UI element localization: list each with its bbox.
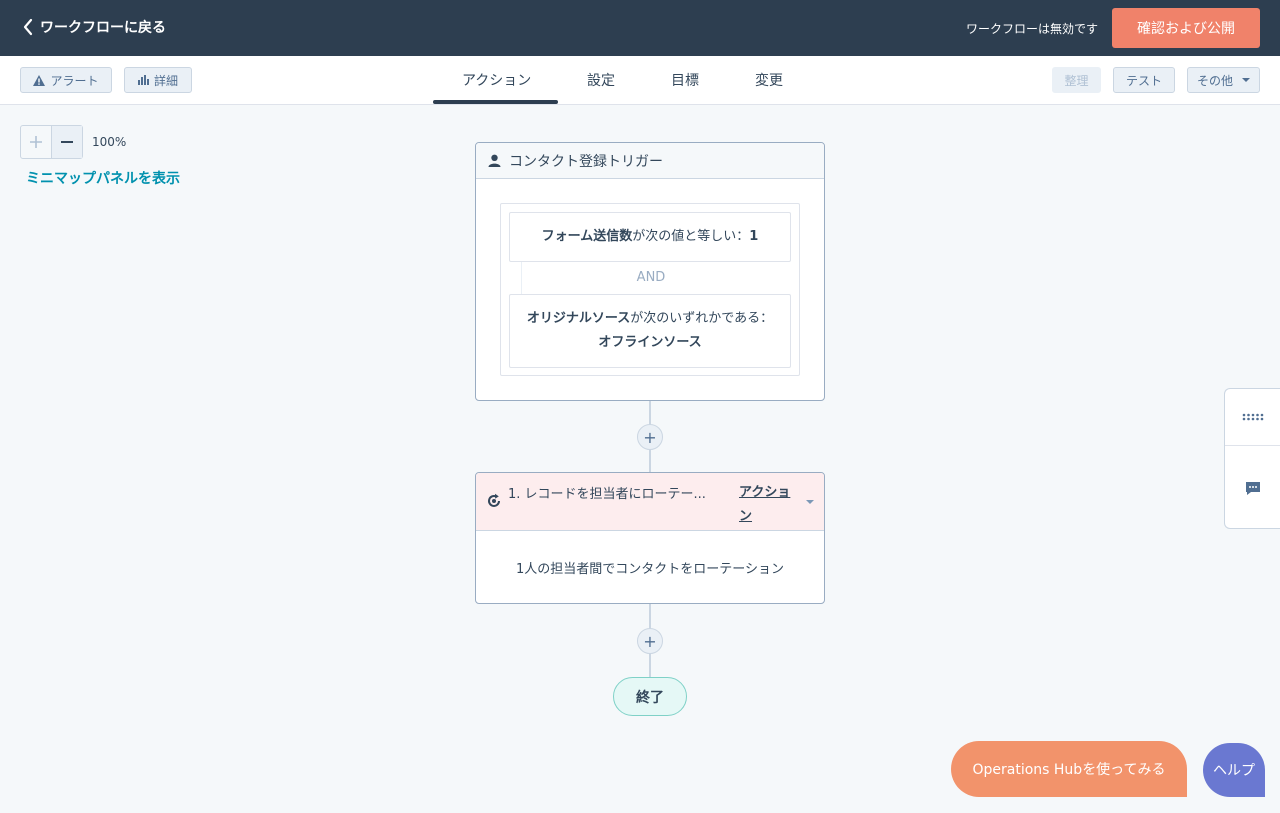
action-description: 1人の担当者間でコンタクトをローテーション: [515, 561, 784, 577]
minus-icon: [60, 141, 73, 143]
try-operations-hub-button[interactable]: Operations Hubを使ってみる: [951, 741, 1187, 797]
tab-goals[interactable]: 目標: [671, 70, 699, 90]
zoom-out-button[interactable]: [51, 126, 82, 158]
workflow-status: ワークフローは無効です: [965, 22, 1098, 36]
details-label: 詳細: [153, 73, 178, 88]
details-button[interactable]: 詳細: [124, 67, 192, 93]
filter-property: フォーム送信数: [541, 229, 633, 244]
add-action-button[interactable]: +: [637, 628, 663, 654]
bar-chart-icon: [137, 75, 149, 85]
action-menu-dropdown[interactable]: アクション: [739, 481, 801, 529]
rotate-owner-icon: [488, 493, 500, 507]
action-title: 1. レコードを担当者にローテー...: [508, 487, 706, 502]
review-and-publish-button[interactable]: 確認および公開: [1112, 8, 1260, 48]
more-label: その他: [1196, 73, 1233, 88]
filter-condition[interactable]: フォーム送信数が次の値と等しい：1: [509, 212, 791, 262]
warning-icon: [33, 74, 46, 86]
filter-group: フォーム送信数が次の値と等しい：1 AND オリジナルソースが次のいずれかである…: [500, 203, 800, 376]
alerts-button[interactable]: アラート: [20, 67, 112, 93]
more-dropdown[interactable]: その他: [1187, 67, 1260, 93]
grid-panel-button[interactable]: [1225, 389, 1280, 445]
show-minimap-link[interactable]: ミニマップパネルを表示: [26, 168, 180, 188]
alerts-label: アラート: [50, 73, 99, 88]
contact-icon: [488, 154, 501, 167]
active-tab-indicator: [433, 100, 558, 104]
help-button[interactable]: ヘルプ: [1203, 743, 1265, 797]
tab-settings[interactable]: 設定: [587, 70, 615, 90]
plus-icon: [29, 136, 42, 148]
tab-actions[interactable]: アクション: [462, 70, 531, 90]
end-node: 終了: [613, 677, 687, 716]
and-label: AND: [636, 270, 666, 285]
comments-button[interactable]: [1225, 446, 1280, 530]
filter-condition[interactable]: オリジナルソースが次のいずれかである： オフラインソース: [509, 294, 791, 368]
filter-property: オリジナルソース: [526, 311, 631, 326]
caret-down-icon[interactable]: [806, 500, 814, 504]
filter-value: 1: [749, 229, 759, 244]
filter-operator: が次のいずれかである：: [630, 311, 774, 326]
add-action-button[interactable]: +: [637, 424, 663, 450]
filter-operator: が次の値と等しい：: [632, 229, 750, 244]
sub-toolbar: アラート 詳細 アクション 設定 目標 変更 整理 テスト その他: [0, 56, 1280, 105]
zoom-in-button[interactable]: [21, 126, 52, 158]
comment-icon: [1246, 481, 1260, 495]
tab-changes[interactable]: 変更: [755, 70, 783, 90]
test-button[interactable]: テスト: [1113, 67, 1175, 93]
filter-value: オフラインソース: [598, 335, 702, 350]
rotate-record-action-card[interactable]: 1. レコードを担当者にローテー... アクション 1人の担当者間でコンタクトを…: [475, 472, 825, 604]
chevron-left-icon: [23, 18, 33, 36]
top-bar: ワークフローに戻る ワークフローは無効です 確認および公開: [0, 0, 1280, 56]
back-label: ワークフローに戻る: [40, 20, 166, 36]
action-header: 1. レコードを担当者にローテー... アクション: [476, 473, 824, 531]
back-to-workflows-link[interactable]: ワークフローに戻る: [22, 17, 166, 37]
zoom-level: 100%: [92, 135, 127, 149]
dots-grid-icon: [1242, 413, 1264, 421]
organize-button[interactable]: 整理: [1052, 67, 1101, 93]
zoom-controls: [20, 125, 83, 159]
trigger-title: コンタクト登録トリガー: [509, 153, 663, 170]
caret-down-icon: [1242, 78, 1250, 82]
trigger-header: コンタクト登録トリガー: [476, 143, 824, 179]
side-panel: [1224, 388, 1280, 529]
enrollment-trigger-card[interactable]: コンタクト登録トリガー フォーム送信数が次の値と等しい：1 AND オリジナルソ…: [475, 142, 825, 401]
